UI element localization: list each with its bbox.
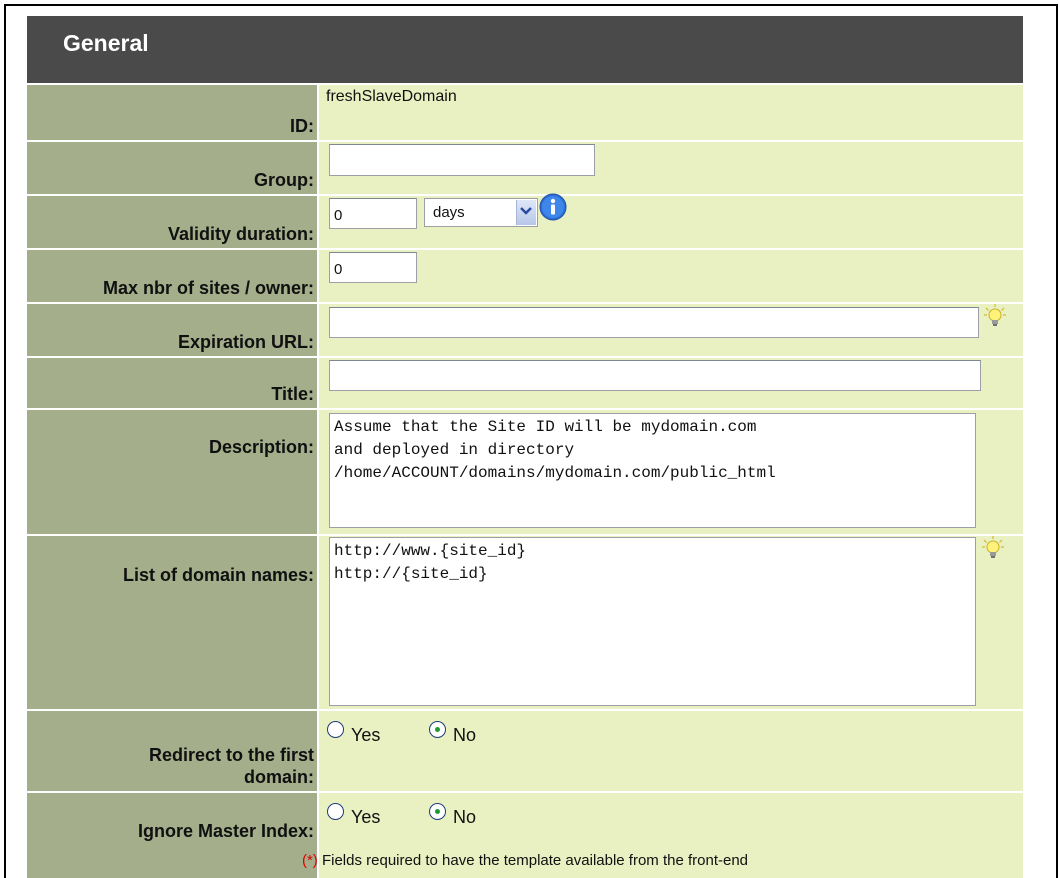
validity-duration-input[interactable] [329, 198, 417, 229]
expiration-url-input[interactable] [329, 307, 979, 338]
max-sites-label: Max nbr of sites / owner: [102, 278, 314, 298]
description-label: Description: [208, 437, 314, 457]
id-value: freshSlaveDomain [326, 88, 457, 105]
lightbulb-icon[interactable] [981, 535, 1005, 561]
section-title: General [63, 30, 149, 56]
required-marker: (*) [301, 852, 318, 869]
id-label: ID: [290, 116, 314, 136]
redirect-label: Redirect to the first domain: [148, 745, 314, 787]
domain-names-textarea[interactable]: http://www.{site_id} http://{site_id} [329, 537, 976, 706]
description-textarea[interactable]: Assume that the Site ID will be mydomain… [329, 413, 976, 528]
group-label: Group: [254, 170, 314, 190]
max-sites-row: Max nbr of sites / owner: [27, 250, 1023, 302]
title-label: Title: [271, 384, 314, 404]
id-row: ID: freshSlaveDomain [27, 85, 1023, 140]
expiration-url-row: Expiration URL: [27, 304, 1023, 356]
group-row: Group: [27, 142, 1023, 194]
window-border-right [1056, 4, 1058, 878]
group-input[interactable] [329, 144, 595, 176]
title-input[interactable] [329, 360, 981, 391]
domain-names-row: List of domain names: http://www.{site_i… [27, 536, 1023, 709]
description-row: Description: Assume that the Site ID wil… [27, 410, 1023, 534]
window-border-top [4, 4, 1058, 6]
expiration-url-label: Expiration URL: [177, 332, 314, 352]
chevron-down-icon[interactable] [516, 200, 536, 225]
required-note-text: Fields required to have the template ava… [321, 852, 749, 869]
validity-unit-select[interactable]: days [424, 198, 538, 227]
window-border-left [4, 4, 6, 878]
validity-unit-value: days [433, 204, 465, 221]
redirect-row: Redirect to the first domain: Yes No [27, 711, 1023, 791]
info-icon[interactable] [539, 193, 567, 221]
general-settings-panel: General ID: freshSlaveDomain Group: Vali… [27, 16, 1023, 878]
max-sites-input[interactable] [329, 252, 417, 283]
validity-label: Validity duration: [167, 224, 314, 244]
ignore-master-label: Ignore Master Index: [137, 821, 314, 841]
title-row: Title: [27, 358, 1023, 408]
lightbulb-icon[interactable] [983, 303, 1007, 329]
section-header: General [27, 16, 1023, 83]
validity-row: Validity duration: days [27, 193, 1023, 248]
domain-names-label: List of domain names: [122, 565, 314, 585]
required-fields-note: (*) Fields required to have the template… [27, 852, 1023, 869]
